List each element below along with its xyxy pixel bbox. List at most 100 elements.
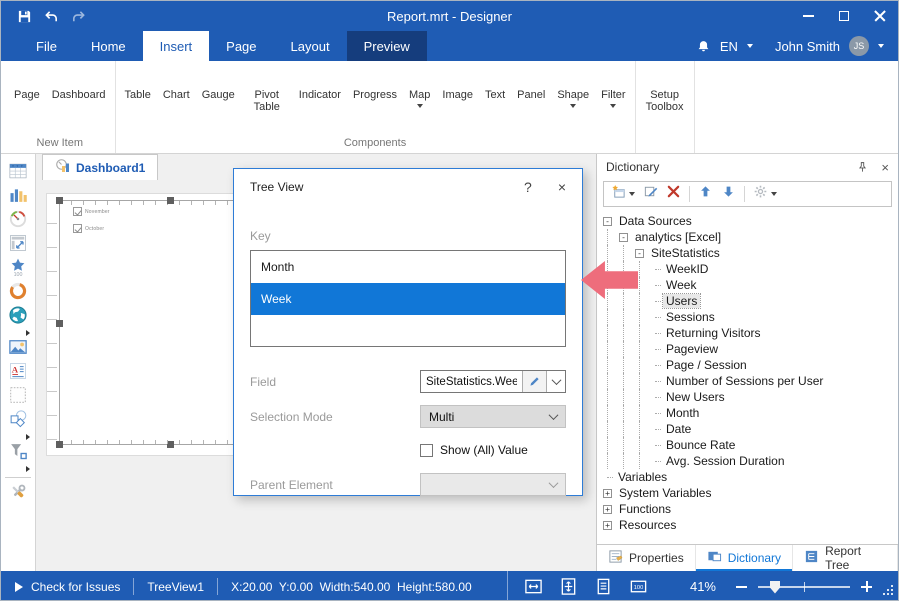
field-edit-button[interactable] [522, 371, 546, 392]
toolbox-item-panel[interactable] [4, 385, 32, 409]
panel-tab-properties[interactable]: Properties [597, 545, 696, 571]
ribbon-item-filter[interactable]: Filter [595, 61, 631, 108]
ribbon-item-progress[interactable]: Progress [347, 61, 403, 101]
toolbox-item-progress[interactable] [4, 281, 32, 305]
move-down-button[interactable] [721, 184, 736, 204]
field-dropdown-button[interactable] [546, 371, 565, 392]
fit-width-button[interactable] [524, 577, 543, 596]
dictionary-node-avg-session-duration[interactable]: .EAvg. Session Duration [603, 453, 896, 469]
dictionary-node-weekid[interactable]: .EWeekID [603, 261, 896, 277]
undo-button[interactable] [44, 9, 59, 24]
dictionary-node-page-session[interactable]: .EPage / Session [603, 357, 896, 373]
parent-element-select[interactable] [420, 473, 566, 496]
ribbon-item-image[interactable]: Image [436, 61, 479, 101]
expand-icon[interactable]: + [603, 505, 612, 514]
toolbox-item-text[interactable]: A [4, 361, 32, 385]
show-all-value-checkbox[interactable] [420, 444, 433, 457]
dictionary-node-data-sources[interactable]: -Data Sources [603, 213, 896, 229]
zoom-slider-track[interactable] [758, 586, 850, 588]
toolbox-item-image[interactable] [4, 337, 32, 361]
selection-handle[interactable] [167, 441, 174, 448]
toolbox-item-gauge[interactable] [4, 209, 32, 233]
expand-icon[interactable]: + [603, 489, 612, 498]
collapse-icon[interactable]: - [619, 233, 628, 242]
delete-button[interactable] [666, 184, 681, 204]
ribbon-item-setup-toolbox[interactable]: Setup Toolbox [639, 61, 691, 113]
dictionary-node-sitestatistics[interactable]: -SiteStatistics [603, 245, 896, 261]
toolbox-item-indicator[interactable]: 100 [4, 257, 32, 281]
toolbox-item-shape[interactable] [4, 409, 32, 433]
toolbox-item-map[interactable] [4, 305, 32, 329]
avatar[interactable]: JS [849, 36, 869, 56]
pin-icon[interactable] [856, 161, 869, 174]
ribbon-item-map[interactable]: Map [403, 61, 436, 108]
fit-height-button[interactable] [559, 577, 578, 596]
expand-icon[interactable]: + [603, 521, 612, 530]
redo-button[interactable] [71, 9, 86, 24]
ribbon-item-gauge[interactable]: Gauge [196, 61, 241, 101]
toolbox-item-chart[interactable] [4, 185, 32, 209]
menu-tab-page[interactable]: Page [209, 31, 273, 61]
selection-mode-select[interactable]: Multi [420, 405, 566, 428]
dictionary-node-week[interactable]: abcWeek [603, 277, 896, 293]
ribbon-item-shape[interactable]: Shape [551, 61, 595, 108]
zoom-100-button[interactable]: 100 [629, 577, 648, 596]
dictionary-node-resources[interactable]: +Resources [603, 517, 896, 533]
ribbon-item-page[interactable]: Page [8, 61, 46, 101]
language-selector[interactable]: EN [720, 39, 738, 54]
toolbox-item-pivot-table[interactable] [4, 233, 32, 257]
minimize-button[interactable] [790, 1, 826, 31]
key-item-month[interactable]: Month [251, 251, 565, 283]
ribbon-item-indicator[interactable]: 100Indicator [293, 61, 347, 101]
panel-tab-dictionary[interactable]: Dictionary [696, 545, 793, 571]
collapse-icon[interactable]: - [603, 217, 612, 226]
ribbon-item-table[interactable]: Table [119, 61, 157, 101]
close-button[interactable] [862, 1, 898, 31]
dictionary-node-returning-visitors[interactable]: .EReturning Visitors [603, 325, 896, 341]
bell-icon[interactable] [696, 39, 711, 54]
dictionary-node-month[interactable]: abcMonth [603, 405, 896, 421]
dialog-title-bar[interactable]: Tree View ? × [234, 169, 582, 205]
ribbon-item-chart[interactable]: Chart [157, 61, 196, 101]
menu-tab-preview[interactable]: Preview [347, 31, 427, 61]
menu-tab-home[interactable]: Home [74, 31, 143, 61]
zoom-in-button[interactable] [861, 581, 872, 592]
fit-page-button[interactable] [594, 577, 613, 596]
ribbon-item-panel[interactable]: Panel [511, 61, 551, 101]
collapse-icon[interactable]: - [635, 249, 644, 258]
resize-grip-icon[interactable] [882, 584, 894, 596]
maximize-button[interactable] [826, 1, 862, 31]
menu-tab-layout[interactable]: Layout [274, 31, 347, 61]
dialog-help-button[interactable]: ? [524, 180, 532, 194]
ribbon-item-pivot-table[interactable]: Pivot Table [241, 61, 293, 113]
move-up-button[interactable] [698, 184, 713, 204]
ribbon-item-dashboard[interactable]: Dashboard [46, 61, 112, 101]
new-item-button[interactable] [611, 184, 635, 204]
dictionary-node-users[interactable]: .EUsers [603, 293, 896, 309]
zoom-slider-thumb[interactable] [770, 581, 780, 594]
key-item-week[interactable]: Week [251, 283, 565, 315]
edit-button[interactable] [643, 184, 658, 204]
tab-dashboard1[interactable]: Dashboard1 [42, 154, 158, 180]
zoom-out-button[interactable] [736, 586, 747, 588]
dictionary-node-number-of-sessions-per-user[interactable]: .ENumber of Sessions per User [603, 373, 896, 389]
dictionary-node-new-users[interactable]: .ENew Users [603, 389, 896, 405]
selection-handle[interactable] [56, 441, 63, 448]
settings-button[interactable] [753, 184, 777, 204]
ribbon-item-text[interactable]: AText [479, 61, 511, 101]
dictionary-node-variables[interactable]: VARVariables [603, 469, 896, 485]
dictionary-node-sessions[interactable]: .ESessions [603, 309, 896, 325]
check-for-issues-button[interactable]: Check for Issues [15, 571, 133, 601]
field-input[interactable] [421, 371, 522, 392]
user-name[interactable]: John Smith [775, 39, 840, 54]
panel-tab-report-tree[interactable]: Report Tree [793, 545, 898, 571]
menu-tab-file[interactable]: File [19, 31, 74, 61]
selection-handle[interactable] [56, 197, 63, 204]
save-button[interactable] [17, 9, 32, 24]
toolbox-item-setup-toolbox[interactable] [4, 482, 32, 506]
dictionary-node-analytics-excel[interactable]: -analytics [Excel] [603, 229, 896, 245]
selection-handle[interactable] [56, 320, 63, 327]
dictionary-node-bounce-rate[interactable]: .EBounce Rate [603, 437, 896, 453]
dictionary-close-button[interactable]: × [881, 161, 889, 174]
toolbox-item-table[interactable] [4, 161, 32, 185]
